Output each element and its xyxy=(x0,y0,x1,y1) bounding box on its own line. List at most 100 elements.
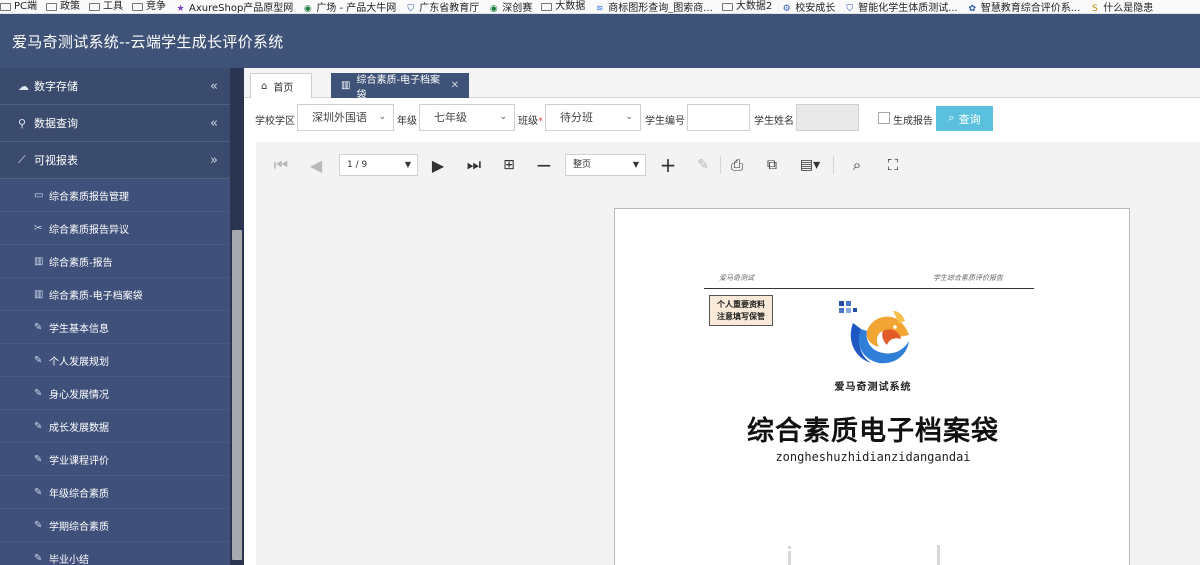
app-header: 爱马奇测试系统--云端学生成长评价系统 xyxy=(0,14,1200,68)
bookmark-item[interactable]: ◉ 深创赛 xyxy=(488,2,532,13)
sidebar-item[interactable]: ✎ 个人发展规划 xyxy=(0,344,230,377)
class-label-text: 班级 xyxy=(518,116,538,127)
school-select-value: 深圳外国语 xyxy=(312,111,367,124)
tab-home[interactable]: ⌂ 首页 xyxy=(250,73,312,98)
sidebar-item-label: 身心发展情况 xyxy=(49,389,109,401)
document-system-name: 爱马奇测试系统 xyxy=(834,382,912,393)
bar-chart-icon: ▥ xyxy=(34,255,44,267)
tab-bar: ⌂ 首页 ▥ 综合素质-电子档案袋 ✕ xyxy=(244,68,1200,101)
sidebar-item[interactable]: ▭ 综合素质报告管理 xyxy=(0,179,230,212)
save-dropdown-icon[interactable]: ▤▾ xyxy=(796,154,824,176)
sidebar-item-label: 综合素质-报告 xyxy=(49,257,113,269)
prev-page-icon[interactable]: ◀ xyxy=(305,154,327,176)
sidebar-item[interactable]: ✎ 身心发展情况 xyxy=(0,377,230,410)
tab-e-portfolio-label: 综合素质-电子档案袋 xyxy=(356,74,441,101)
sidebar-group[interactable]: ⟋ 可视报表 » xyxy=(0,142,230,179)
fullscreen-icon[interactable]: ⛶ xyxy=(882,154,904,176)
zoom-out-icon[interactable]: − xyxy=(533,153,555,177)
bookmark-item[interactable]: 竞争 xyxy=(132,0,166,13)
edit-icon[interactable]: ✎ xyxy=(692,154,714,176)
star-icon: ★ xyxy=(176,4,185,14)
sidebar-item[interactable]: ✎ 年级综合素质 xyxy=(0,476,230,509)
next-page-icon[interactable]: ▶ xyxy=(427,154,449,176)
sidebar-group-label: 可视报表 xyxy=(34,154,78,167)
app-title: 爱马奇测试系统--云端学生成长评价系统 xyxy=(12,33,284,51)
close-icon[interactable]: ✕ xyxy=(451,80,459,91)
student-no-label: 学生编号 xyxy=(645,116,685,127)
student-no-input[interactable] xyxy=(687,104,750,131)
bookmark-item[interactable]: ⚙ 校安成长 xyxy=(781,2,836,14)
first-page-icon[interactable]: ⏮ xyxy=(270,154,292,176)
search-button-label: 查询 xyxy=(958,113,981,126)
bookmark-item[interactable]: ≋ 商标图形查询_图索商... xyxy=(594,2,713,13)
bookmark-item[interactable]: ⛉ 智能化学生体质测试... xyxy=(844,2,957,13)
cloud-icon: ☁ xyxy=(18,79,29,93)
print-icon[interactable]: ⎙ xyxy=(726,154,748,176)
sidebar-item[interactable]: ✎ 学期综合素质 xyxy=(0,509,230,542)
bookmark-label: 智慧教育综合评价系... xyxy=(980,3,1081,14)
zoom-select[interactable]: 整页 ▼ xyxy=(565,154,646,176)
grade-select-value: 七年级 xyxy=(434,111,467,124)
search-button[interactable]: ⌕ 查询 xyxy=(936,106,993,131)
sidebar-item-label: 学期综合素质 xyxy=(49,521,109,533)
sidebar-item-label: 毕业小结 xyxy=(49,554,89,565)
chevron-down-icon: ▼ xyxy=(632,160,639,169)
grade-select[interactable]: 七年级 ⌄ xyxy=(419,104,515,131)
bookmark-label: 大数据2 xyxy=(735,1,773,12)
bookmark-label: PC端 xyxy=(14,1,38,12)
chevron-down-icon: ▼ xyxy=(404,160,411,169)
folder-icon xyxy=(0,3,11,11)
tab-home-label: 首页 xyxy=(273,82,294,94)
stamp-line-1: 个人重要资料 xyxy=(717,300,765,309)
folder-icon xyxy=(46,3,58,11)
bookmark-item[interactable]: ⛉ 广东省教育厅 xyxy=(405,2,479,13)
sidebar-item[interactable]: ✎ 毕业小结 xyxy=(0,542,230,565)
s-icon: S xyxy=(1091,4,1098,14)
tools-icon: ✂ xyxy=(34,222,43,234)
zoom-value: 整页 xyxy=(573,160,592,170)
export-icon[interactable]: ⧉ xyxy=(761,154,783,176)
required-marker: * xyxy=(538,116,543,127)
tab-e-portfolio[interactable]: ▥ 综合素质-电子档案袋 ✕ xyxy=(331,73,469,101)
sidebar-item[interactable]: ✂ 综合素质报告异议 xyxy=(0,212,230,245)
bookmark-item[interactable]: ✿ 智慧教育综合评价系... xyxy=(967,2,1081,14)
document-pinyin: zongheshuzhidianzidangandai xyxy=(775,450,971,464)
bookmark-item[interactable]: 政策 xyxy=(46,0,80,13)
sidebar-item[interactable]: ✎ 成长发展数据 xyxy=(0,410,230,443)
gear-icon: ⚙ xyxy=(782,4,791,14)
class-label: 班级* xyxy=(518,112,543,127)
last-page-icon[interactable]: ⏭ xyxy=(463,154,485,176)
generate-report-checkbox[interactable] xyxy=(878,112,890,124)
bookmark-item[interactable]: S 什么是隐患 xyxy=(1089,2,1153,14)
sidebar-item[interactable]: ✎ 学生基本信息 xyxy=(0,311,230,344)
chevron-icon: « xyxy=(210,79,218,94)
thumbnails-icon[interactable]: ⊞ xyxy=(498,154,520,176)
sidebar-item[interactable]: ✎ 学业课程评价 xyxy=(0,443,230,476)
report-viewer: ⏮ ◀ 1 / 9 ▼ ▶ ⏭ ⊞ − 整页 ▼ + ✎ ⎙ ⧉ ▤▾ ⌕ ⛶ … xyxy=(256,142,1200,565)
bookmark-label: 校安成长 xyxy=(795,3,836,14)
page-select[interactable]: 1 / 9 ▼ xyxy=(339,154,418,176)
class-select[interactable]: 待分班 ⌄ xyxy=(545,104,641,131)
student-name-input[interactable] xyxy=(796,104,859,131)
sidebar-item-label: 年级综合素质 xyxy=(49,488,109,500)
sidebar-item-label: 个人发展规划 xyxy=(49,356,109,368)
bookmark-item[interactable]: 大数据2 xyxy=(721,0,773,13)
bookmark-item[interactable]: 大数据 xyxy=(541,0,585,13)
sidebar-group[interactable]: ⚲ 数据查询 « xyxy=(0,105,230,142)
sidebar-group[interactable]: ☁ 数字存储 « xyxy=(0,68,230,105)
find-icon[interactable]: ⌕ xyxy=(846,154,868,176)
zoom-in-icon[interactable]: + xyxy=(657,153,679,177)
sidebar-item[interactable]: ▥ 综合素质-电子档案袋 xyxy=(0,278,230,311)
bookmark-item[interactable]: ★ AxureShop产品原型网 xyxy=(175,2,293,14)
bookmark-item[interactable]: 工具 xyxy=(89,0,123,13)
document-title: 综合素质电子档案袋 xyxy=(747,416,999,447)
edit-icon: ✎ xyxy=(34,519,43,531)
bookmark-item[interactable]: ◉ 广场 - 产品大牛网 xyxy=(302,2,396,13)
student-name-label: 学生姓名 xyxy=(754,116,794,127)
sidebar-scrollbar-thumb[interactable] xyxy=(232,230,242,560)
school-select[interactable]: 深圳外国语 ⌄ xyxy=(297,104,394,131)
folder-icon xyxy=(89,3,101,11)
chevron-down-icon: ⌄ xyxy=(378,112,386,122)
sidebar-item[interactable]: ▥ 综合素质-报告 xyxy=(0,245,230,278)
bookmark-item[interactable]: PC端 xyxy=(0,0,38,13)
